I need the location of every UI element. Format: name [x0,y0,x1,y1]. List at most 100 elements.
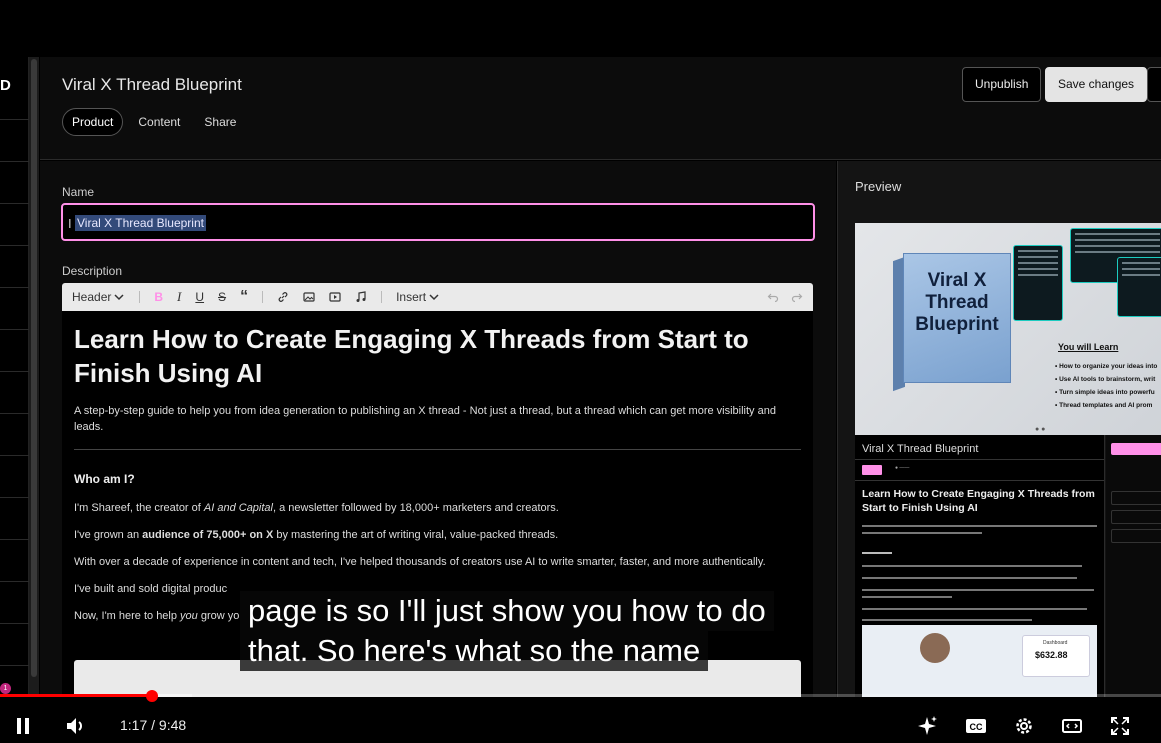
volume-button[interactable] [64,715,86,737]
preview-pane: Preview Viral X Thread Blueprint You wil… [837,161,1161,697]
dashboard-screenshot: Dashboard $632.88 [862,625,1097,697]
theater-icon [1062,719,1082,733]
sidebar-divider [0,119,29,120]
progress-scrubber[interactable] [146,690,159,702]
cover-image[interactable]: Viral X Thread Blueprint You will Learn … [855,223,1161,435]
volume-icon [67,718,82,734]
pause-button[interactable] [12,715,34,737]
line [1018,256,1058,258]
music-icon[interactable] [355,283,367,311]
save-changes-button[interactable]: Save changes [1045,67,1148,102]
settings-button[interactable] [1013,715,1035,737]
line [1075,239,1160,241]
author-avatar: ● —— [895,465,910,471]
link-icon[interactable] [277,283,289,311]
sidebar-divider [0,581,29,582]
unpublish-button[interactable]: Unpublish [962,67,1042,102]
preview-purchase-panel [1106,435,1161,697]
sidebar-divider [0,329,29,330]
player-controls: 1:17 / 9:48 CC [0,705,1161,743]
progress-played [0,694,153,697]
text-run: by mastering the art of writing viral, v… [273,529,559,541]
name-input-value[interactable]: Viral X Thread Blueprint [75,215,206,231]
italic-icon[interactable]: I [177,283,181,311]
learn-list: How to organize your ideas into Use AI t… [1055,360,1157,412]
fullscreen-button[interactable] [1109,715,1131,737]
option-box[interactable] [1111,491,1161,505]
caption-line-2: that. So here's what so the name [240,631,709,671]
fullscreen-icon [1111,717,1129,735]
buy-button[interactable] [1111,443,1161,455]
tab-product[interactable]: Product [62,108,124,136]
text-line [862,577,1077,579]
image-icon[interactable] [303,283,315,311]
video-icon[interactable] [329,283,341,311]
sidebar-scrollbar[interactable] [29,57,39,697]
line [1122,262,1160,264]
description-divider [74,449,801,450]
preview-label: Preview [855,179,902,194]
captions-button[interactable]: CC [965,715,987,737]
insert-dropdown[interactable]: Insert [396,283,440,311]
toolbar-separator [262,291,264,303]
list-item: Use AI tools to brainstorm, writ [1055,373,1157,386]
book-title: Viral X Thread Blueprint [915,270,999,335]
redo-icon[interactable] [791,283,803,311]
text-run: grow yo [197,610,240,622]
gear-icon [1016,718,1032,734]
chevron-down-icon [114,294,124,301]
underline-icon[interactable]: U [195,283,204,311]
undo-icon[interactable] [767,283,779,311]
description-paragraph: I'm Shareef, the creator of AI and Capit… [74,500,801,516]
line [1018,262,1058,264]
line [1122,274,1160,276]
rich-text-toolbar: Header B I U S “ Insert [62,283,813,311]
name-label: Name [62,185,95,199]
chevron-down-icon [429,294,439,301]
text-run: AI and Capital [203,502,273,514]
sparkle-icon [918,716,937,735]
page-title: Viral X Thread Blueprint [62,75,242,94]
carousel-dots[interactable]: ● ● [1035,426,1045,433]
sidebar-divider [0,203,29,204]
tab-content[interactable]: Content [129,108,189,136]
option-box[interactable] [1111,510,1161,524]
tab-share[interactable]: Share [195,108,245,136]
quote-icon[interactable]: “ [240,283,248,311]
description-paragraph: With over a decade of experience in cont… [74,556,766,568]
theater-mode-button[interactable] [1061,715,1083,737]
header-dropdown-label: Header [72,290,112,304]
scrollbar-thumb[interactable] [31,59,37,677]
divider [855,480,1104,481]
bold-icon[interactable]: B [154,283,163,311]
tweet-card [1013,245,1063,321]
left-sidebar: D [0,57,29,697]
dashboard-panel: Dashboard $632.88 [1022,635,1090,677]
preview-product-body: Viral X Thread Blueprint ● —— Learn How … [855,435,1105,697]
text-line [862,589,1094,591]
product-header: Viral X Thread Blueprint Product Content… [40,57,1161,160]
chapter-marker[interactable]: 1 [0,683,11,694]
name-input[interactable]: I Viral X Thread Blueprint [61,203,815,241]
line [1075,251,1160,253]
text-line [862,525,1097,527]
ai-sparkle-button[interactable] [917,715,939,737]
more-button[interactable] [1147,67,1161,102]
dashboard-amount: $632.88 [1035,650,1068,660]
header-dropdown[interactable]: Header [72,283,125,311]
dashboard-label: Dashboard [1043,640,1068,646]
text-run: I've grown an [74,529,143,541]
sidebar-divider [0,413,29,414]
toolbar-separator [139,291,141,303]
description-intro: A step-by-step guide to help you from id… [74,405,776,433]
sidebar-divider [0,623,29,624]
text-line [862,619,1032,621]
text-line [862,532,982,534]
cc-icon: CC [966,719,986,733]
book-mockup: Viral X Thread Blueprint [903,253,1011,383]
who-am-i-heading: Who am I? [74,472,135,486]
strikethrough-icon[interactable]: S [218,283,226,311]
option-box[interactable] [1111,529,1161,543]
text-run: I'm Shareef, the creator of [74,502,204,514]
pause-icon [17,718,29,734]
